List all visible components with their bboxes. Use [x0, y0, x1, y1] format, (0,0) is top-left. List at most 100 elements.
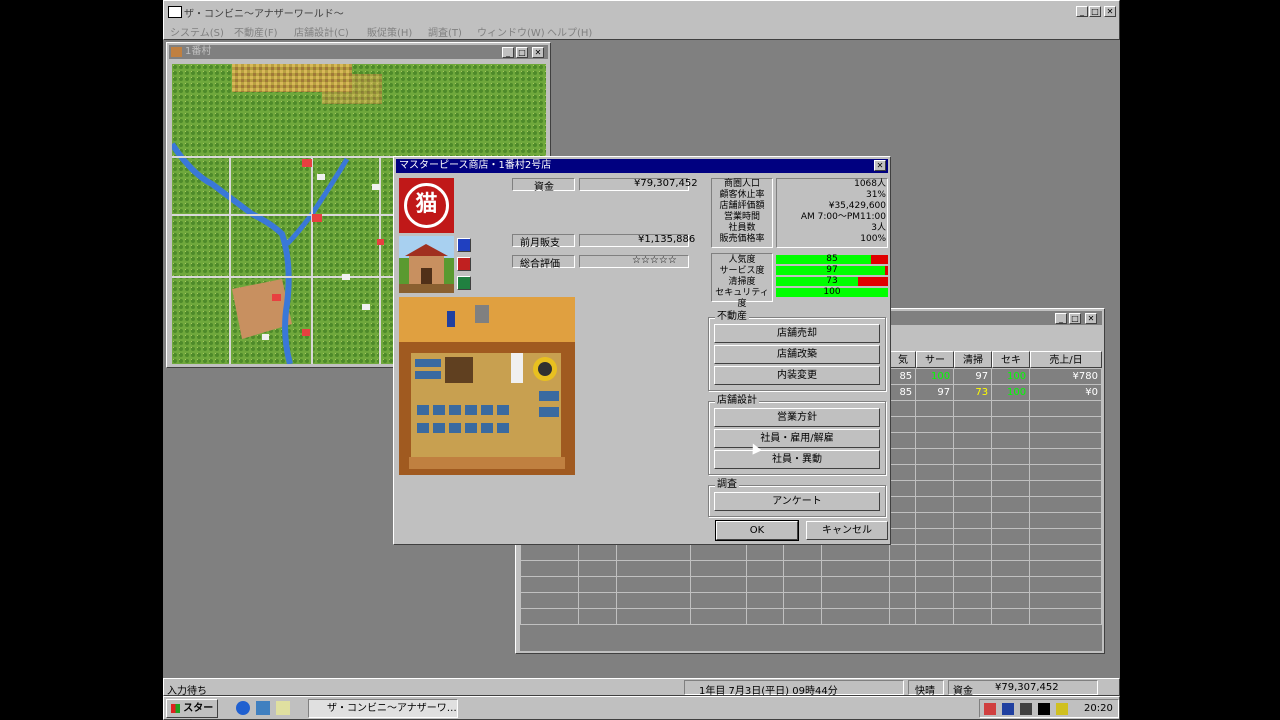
table-row [520, 592, 1102, 609]
store-logo-char: 猫 [415, 192, 438, 217]
interior-floorplan [399, 297, 575, 475]
menu-storedesign[interactable]: 店舗設計(C) [294, 24, 349, 39]
stat-label-staff: 社員数 [728, 223, 756, 233]
row1-security: 100 [991, 368, 1031, 385]
close-icon[interactable]: ✕ [1104, 6, 1116, 17]
list-close-icon[interactable]: ✕ [1085, 313, 1097, 324]
header-security[interactable]: セキ [992, 351, 1030, 368]
hire-fire-button[interactable]: 社員・雇用/解雇 [714, 429, 880, 448]
map-minimize-icon[interactable]: _ [502, 47, 514, 58]
gauge-security: 100 [776, 287, 888, 297]
transfer-staff-button[interactable]: 社員・異動 [714, 450, 880, 469]
tray-icon-1[interactable] [984, 703, 996, 715]
tray-icon-2[interactable] [1002, 703, 1014, 715]
gauge-label-cleaning: 清掃度 [728, 277, 756, 287]
header-cleaning[interactable]: 清掃 [954, 351, 992, 368]
desktop-icon[interactable] [256, 701, 270, 715]
header-popularity[interactable]: 気 [890, 351, 916, 368]
menu-help[interactable]: ヘルプ(H) [547, 24, 592, 39]
menu-realestate[interactable]: 不動産(F) [234, 24, 278, 39]
row1-cleaning: 97 [953, 368, 993, 385]
stat-price-rate: 100% [860, 234, 886, 244]
store-logo: 猫 [399, 178, 454, 233]
last-month-value: ¥1,135,886 [638, 234, 696, 245]
cancel-button[interactable]: キャンセル [806, 521, 888, 540]
store-dialog-title: マスターピース商店・1番村2号店 [399, 160, 552, 171]
gauge-security-value: 100 [823, 287, 841, 297]
real-estate-group-title: 不動産 [715, 311, 749, 323]
menu-system[interactable]: システム(S) [170, 24, 224, 39]
list-maximize-icon[interactable]: □ [1069, 313, 1081, 324]
status-weather-box: 快晴 [908, 680, 944, 697]
ok-button[interactable]: OK [715, 520, 799, 541]
menu-survey[interactable]: 調査(T) [428, 24, 462, 39]
clock: 20:20 [1084, 703, 1113, 714]
gauge-popularity: 85 [776, 254, 888, 264]
store-exterior-image [399, 236, 454, 293]
stat-population: 1068人 [854, 179, 886, 189]
row2-service: 97 [915, 384, 955, 401]
survey-group-title: 調査 [715, 479, 739, 491]
store-dialog: マスターピース商店・1番村2号店 ✕ 猫 資金 ¥79,307,452 前月販支… [393, 156, 891, 545]
store-design-group-title: 店舗設計 [715, 395, 759, 407]
maximize-icon[interactable]: □ [1089, 6, 1101, 17]
minimize-icon[interactable]: _ [1076, 6, 1088, 17]
row2-security: 100 [991, 384, 1031, 401]
sell-store-button[interactable]: 店舗売却 [714, 324, 880, 343]
view-blue-icon[interactable] [457, 238, 471, 252]
status-funds: ¥79,307,452 [995, 682, 1059, 693]
dialog-close-icon[interactable]: ✕ [874, 160, 886, 171]
status-date: 1年目 7月3日(平日) 09時44分 [699, 686, 838, 697]
stats-labels: 商圏人口 顧客休止率 店舗評価額 営業時間 社員数 販売価格率 [711, 179, 773, 245]
list-minimize-icon[interactable]: _ [1055, 313, 1067, 324]
store-interior-layout[interactable] [399, 297, 575, 475]
status-funds-box: 資金 ¥79,307,452 [948, 680, 1098, 697]
menu-window[interactable]: ウィンドウ(W) [477, 24, 545, 39]
notepad-icon[interactable] [276, 701, 290, 715]
gauge-labels: 人気度 サービス度 清掃度 セキュリティ度 [711, 255, 773, 310]
gauge-bars: 85 97 73 100 [776, 254, 888, 301]
status-bar: 入力待ち 1年目 7月3日(平日) 09時44分 快晴 資金 ¥79,307,4… [163, 678, 1120, 697]
tray-icon-5[interactable] [1056, 703, 1068, 715]
view-green-icon[interactable] [457, 276, 471, 290]
gauge-label-security: セキュリティ度 [715, 288, 769, 309]
gauge-popularity-value: 85 [826, 254, 838, 264]
tray-icon-3[interactable] [1020, 703, 1032, 715]
table-row [520, 560, 1102, 577]
questionnaire-button[interactable]: アンケート [714, 492, 880, 511]
map-close-icon[interactable]: ✕ [532, 47, 544, 58]
view-red-icon[interactable] [457, 257, 471, 271]
change-interior-button[interactable]: 内装変更 [714, 366, 880, 385]
table-row [520, 576, 1102, 593]
row2-sales: ¥0 [1029, 384, 1102, 401]
task-game-label: ザ・コンビニ～アナザーワ… [327, 703, 457, 714]
ie-icon[interactable] [236, 701, 250, 715]
map-window-icon [171, 47, 182, 57]
taskbar: スタート ザ・コンビニ～アナザーワ… 20:20 [163, 696, 1120, 720]
header-sales-per-day[interactable]: 売上/日 [1030, 351, 1102, 368]
stat-hours: AM 7:00～PM11:00 [800, 212, 886, 222]
tray-icon-4[interactable] [1038, 703, 1050, 715]
rating-label: 総合評価 [520, 259, 560, 270]
header-service[interactable]: サー [916, 351, 954, 368]
row1-service: 100 [915, 368, 955, 385]
start-label: スタート [183, 703, 214, 714]
menu-promotion[interactable]: 販促策(H) [367, 24, 412, 39]
store-building [399, 236, 454, 293]
rebuild-store-button[interactable]: 店舗改築 [714, 345, 880, 364]
rating-stars: ☆☆☆☆☆ [632, 255, 677, 266]
gauge-service-value: 97 [826, 265, 838, 275]
stat-label-price-rate: 販売価格率 [719, 234, 765, 244]
gauge-label-service: サービス度 [719, 266, 765, 276]
map-maximize-icon[interactable]: □ [516, 47, 528, 58]
business-policy-button[interactable]: 営業方針 [714, 408, 880, 427]
store-dialog-title-bar: マスターピース商店・1番村2号店 [396, 159, 888, 173]
funds-value: ¥79,307,452 [634, 178, 698, 189]
stat-valuation: ¥35,429,600 [828, 201, 886, 211]
app-icon [168, 6, 182, 18]
status-text: 入力待ち [167, 686, 207, 697]
task-button-game[interactable]: ザ・コンビニ～アナザーワ… [308, 699, 458, 718]
menu-bar: システム(S) 不動産(F) 店舗設計(C) 販促策(H) 調査(T) ウィンド… [164, 22, 1119, 39]
stat-label-valuation: 店舗評価額 [719, 201, 765, 211]
start-button[interactable]: スタート [166, 699, 218, 718]
